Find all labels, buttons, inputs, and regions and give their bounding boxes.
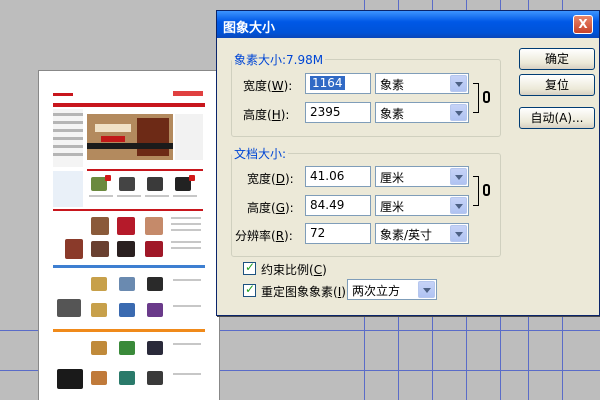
doc-width-unit-select[interactable]: 厘米 — [375, 166, 469, 187]
pixel-dimensions-group: 象素大小:7.98M — [231, 51, 501, 137]
doc-width-label: 宽度(D): — [247, 172, 294, 186]
document-size-legend: 文档大小: — [234, 147, 287, 161]
doc-height-unit-select[interactable]: 厘米 — [375, 195, 469, 216]
doc-height-input[interactable]: 84.49 — [305, 195, 371, 216]
doc-width-input[interactable]: 41.06 — [305, 166, 371, 187]
chevron-down-icon[interactable] — [450, 75, 467, 92]
pixel-width-unit-select[interactable]: 象素 — [375, 73, 469, 94]
pixel-width-input[interactable]: 1164 — [305, 73, 371, 94]
link-bracket — [473, 83, 479, 113]
constrain-proportions-checkbox[interactable] — [243, 260, 256, 275]
webpage-thumbnail — [53, 89, 205, 400]
dialog-title: 图象大小 — [223, 21, 276, 36]
close-icon: X — [578, 17, 588, 31]
pixel-height-label: 高度(H): — [243, 108, 290, 122]
chevron-down-icon[interactable] — [418, 281, 435, 298]
resolution-label: 分辨率(R): — [235, 229, 293, 243]
resolution-unit-select[interactable]: 象素/英寸 — [375, 223, 469, 244]
image-size-dialog: 图象大小 X 象素大小:7.98M 宽度(W): 1164 象素 高度(H): … — [216, 10, 600, 316]
dialog-titlebar[interactable]: 图象大小 X — [217, 11, 599, 38]
chain-link-icon — [483, 91, 490, 103]
chevron-down-icon[interactable] — [450, 168, 467, 185]
chevron-down-icon[interactable] — [450, 225, 467, 242]
chevron-down-icon[interactable] — [450, 104, 467, 121]
resolution-input[interactable]: 72 — [305, 223, 371, 244]
pixel-width-label: 宽度(W): — [243, 79, 293, 93]
chevron-down-icon[interactable] — [450, 197, 467, 214]
auto-button[interactable]: 自动(A)... — [519, 107, 595, 129]
chain-link-icon — [483, 184, 490, 196]
doc-height-label: 高度(G): — [247, 201, 294, 215]
resample-image-label[interactable]: 重定图象象素(I): — [261, 283, 350, 300]
resample-image-checkbox[interactable] — [243, 282, 256, 297]
reset-button[interactable]: 复位 — [519, 74, 595, 96]
close-button[interactable]: X — [573, 15, 593, 34]
constrain-proportions-label[interactable]: 约束比例(C) — [261, 261, 327, 278]
pixel-height-input[interactable]: 2395 — [305, 102, 371, 123]
document-preview — [38, 70, 220, 400]
resample-method-select[interactable]: 两次立方 — [347, 279, 437, 300]
pixel-height-unit-select[interactable]: 象素 — [375, 102, 469, 123]
pixel-dimensions-legend: 象素大小:7.98M — [234, 53, 324, 67]
ok-button[interactable]: 确定 — [519, 48, 595, 70]
link-bracket — [473, 176, 479, 206]
